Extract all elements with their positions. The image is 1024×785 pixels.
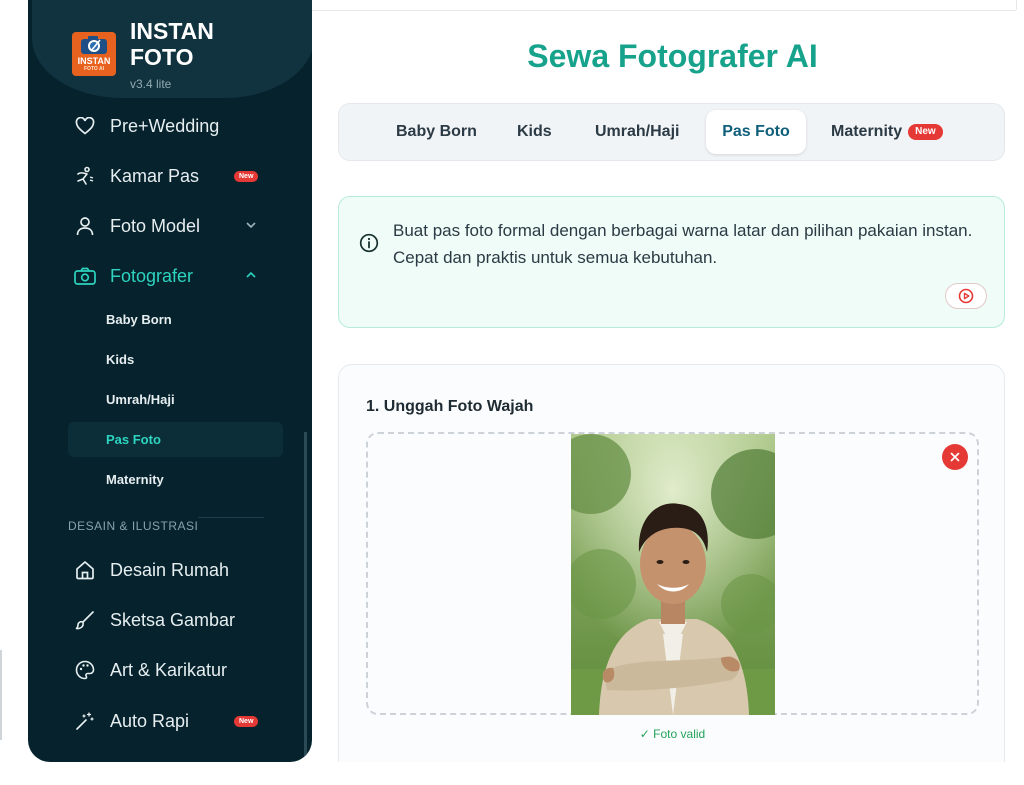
window-divider xyxy=(1016,0,1017,10)
brush-icon xyxy=(74,609,96,631)
nav-label: Kamar Pas xyxy=(110,165,200,186)
palette-icon xyxy=(74,659,96,681)
nav-label: Foto Model xyxy=(110,215,201,236)
tab-kids[interactable]: Kids xyxy=(517,104,552,160)
new-badge: New xyxy=(234,171,259,182)
sub-item-pas-foto[interactable]: Pas Foto xyxy=(106,432,161,447)
info-icon xyxy=(359,233,379,253)
play-icon xyxy=(958,288,974,304)
nav-item-kamar-pas[interactable]: Kamar Pas xyxy=(74,161,199,191)
close-icon xyxy=(950,452,960,462)
sub-item-kids[interactable]: Kids xyxy=(106,352,134,367)
camera-logo-icon xyxy=(81,36,107,54)
viewport-bottom xyxy=(312,762,1024,785)
nav-label: Art & Karikatur xyxy=(110,659,228,680)
user-icon xyxy=(74,215,96,237)
logo-text: INSTAN xyxy=(77,56,111,66)
nav-item-fotografer[interactable]: Fotografer xyxy=(74,261,193,291)
sub-item-active-background xyxy=(68,422,283,457)
section-label: DESAIN & ILUSTRASI xyxy=(68,519,199,533)
tab-baby-born[interactable]: Baby Born xyxy=(396,104,477,160)
video-tutorial-button[interactable] xyxy=(945,283,987,309)
photo-dropzone[interactable] xyxy=(366,432,979,715)
nav-item-sketsa-gambar[interactable]: Sketsa Gambar xyxy=(74,605,235,635)
sidebar: INSTAN FOTO AI INSTAN FOTO v3.4 lite Pre… xyxy=(28,0,312,762)
nav-label: Auto Rapi xyxy=(110,710,190,731)
remove-photo-button[interactable] xyxy=(942,444,968,470)
sidebar-scrollbar[interactable] xyxy=(304,432,307,762)
sub-item-maternity[interactable]: Maternity xyxy=(106,472,164,487)
nav-item-art-karikatur[interactable]: Art & Karikatur xyxy=(74,655,227,685)
tab-umrah-haji[interactable]: Umrah/Haji xyxy=(595,104,679,160)
logo-icon[interactable]: INSTAN FOTO AI xyxy=(72,32,116,76)
app-version: v3.4 lite xyxy=(130,77,172,91)
tab-label: Maternity xyxy=(831,123,903,140)
upload-status: ✓ Foto valid xyxy=(639,727,706,741)
nav-label: Sketsa Gambar xyxy=(110,609,236,630)
nav-item-foto-model[interactable]: Foto Model xyxy=(74,211,200,241)
sub-item-baby-born[interactable]: Baby Born xyxy=(106,312,172,327)
nav-item-prewedding[interactable]: Pre+Wedding xyxy=(74,111,219,141)
chevron-down-icon[interactable] xyxy=(246,221,256,229)
nav-label: Fotografer xyxy=(110,265,194,286)
logo-subtext: FOTO AI xyxy=(84,66,104,72)
portrait-image xyxy=(571,434,775,715)
magic-wand-icon xyxy=(74,710,96,732)
info-text: Buat pas foto formal dengan berbagai war… xyxy=(393,221,973,267)
nav-label: Desain Rumah xyxy=(110,559,230,580)
upload-title: 1. Unggah Foto Wajah xyxy=(366,398,534,415)
chevron-up-icon[interactable] xyxy=(246,271,256,279)
upload-card: 1. Unggah Foto Wajah ✓ Foto valid xyxy=(338,364,1005,784)
brand-name: INSTAN FOTO xyxy=(130,18,214,70)
window-edge xyxy=(0,650,2,740)
uploaded-photo xyxy=(571,434,775,715)
nav-label: Pre+Wedding xyxy=(110,115,220,136)
camera-icon xyxy=(74,265,96,287)
person-icon xyxy=(74,165,96,187)
brand-line-2: FOTO xyxy=(130,44,194,70)
page-title: Sewa Fotografer AI xyxy=(527,38,818,74)
new-badge: New xyxy=(234,716,259,727)
heart-icon xyxy=(74,115,96,137)
nav-item-desain-rumah[interactable]: Desain Rumah xyxy=(74,555,229,585)
tab-pas-foto[interactable]: Pas Foto xyxy=(706,110,806,154)
header-divider xyxy=(312,10,1016,11)
brand-line-1: INSTAN xyxy=(130,18,214,44)
category-tabs: Baby Born Kids Umrah/Haji Pas Foto Mater… xyxy=(338,103,1005,161)
home-icon xyxy=(74,559,96,581)
info-banner: Buat pas foto formal dengan berbagai war… xyxy=(338,196,1005,328)
sub-item-umrah-haji[interactable]: Umrah/Haji xyxy=(106,392,175,407)
nav-item-auto-rapi[interactable]: Auto Rapi xyxy=(74,706,189,736)
tab-maternity[interactable]: Maternity New xyxy=(831,104,943,160)
new-badge: New xyxy=(908,123,943,140)
section-divider xyxy=(198,517,264,518)
